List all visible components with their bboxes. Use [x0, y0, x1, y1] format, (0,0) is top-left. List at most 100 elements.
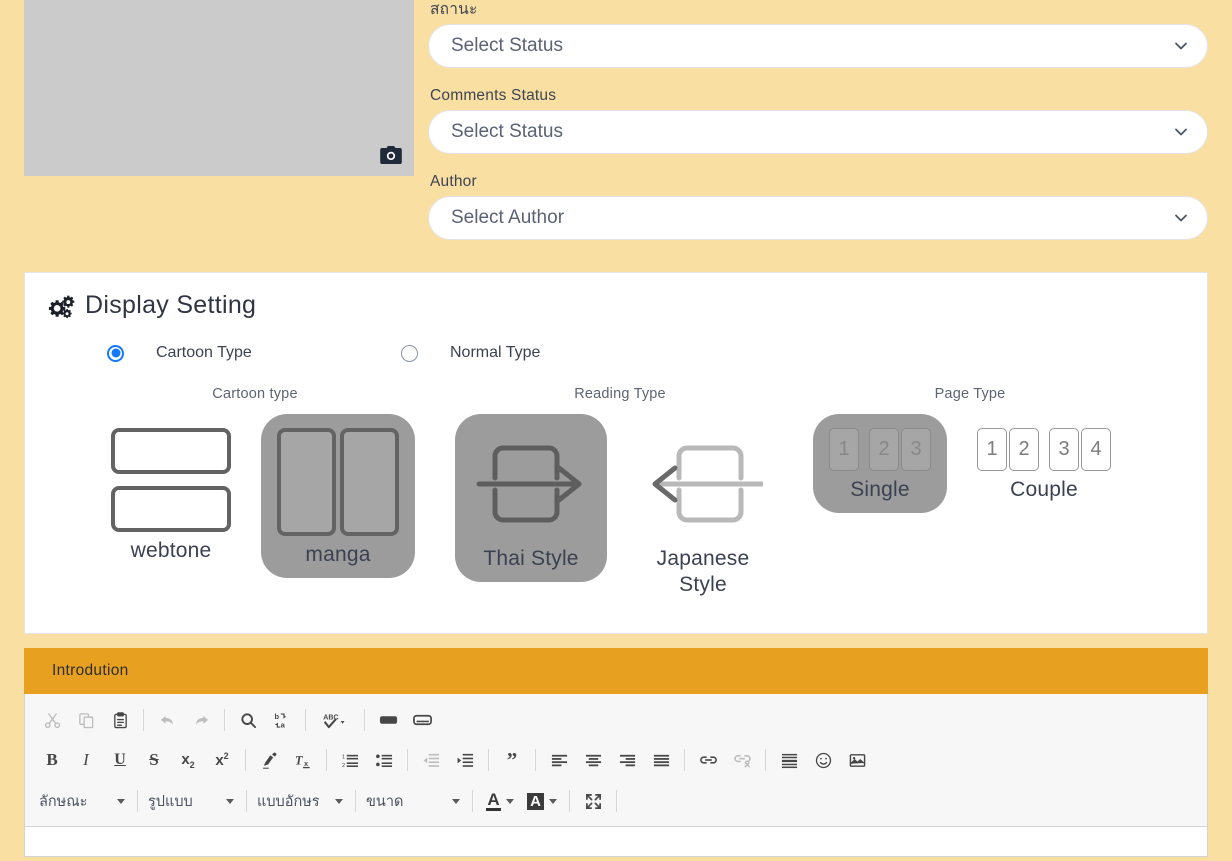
chevron-down-icon: [335, 798, 343, 804]
indent-icon[interactable]: [448, 745, 482, 775]
paste-icon[interactable]: [103, 705, 137, 735]
subscript-icon[interactable]: x2: [171, 745, 205, 775]
redo-icon[interactable]: [184, 705, 218, 735]
toolbar-separator: [472, 790, 473, 813]
strikethrough-icon[interactable]: S: [137, 745, 171, 775]
option-webtone[interactable]: webtone: [95, 414, 247, 574]
option-single[interactable]: 1 2 3 Single: [813, 414, 947, 513]
radio-option-normal-type[interactable]: Normal Type: [401, 344, 540, 362]
page-box: 2: [869, 428, 899, 471]
toolbar-separator: [224, 709, 225, 732]
toolbar-separator: [137, 790, 138, 813]
svg-text:a: a: [280, 720, 285, 728]
outdent-icon[interactable]: [414, 745, 448, 775]
styles-combo-label: ลักษณะ: [39, 793, 88, 810]
group-title-page-type: Page Type: [934, 386, 1006, 402]
styles-combo[interactable]: ลักษณะ: [35, 786, 131, 816]
field-comments-status: Comments Status Select Status: [428, 86, 1208, 154]
group-page-type: Page Type 1 2 3 Single 1 2 3 4 Couple: [785, 386, 1155, 513]
option-label-couple: Couple: [1010, 478, 1078, 501]
camera-icon[interactable]: [380, 146, 402, 164]
superscript-icon[interactable]: x2: [205, 745, 239, 775]
comments-status-select-wrapper[interactable]: Select Status: [428, 110, 1208, 154]
text-color-icon[interactable]: A: [479, 786, 521, 816]
option-label-thai-style: Thai Style: [483, 547, 579, 570]
page-box: 3: [1049, 428, 1079, 471]
toolbar-separator: [143, 709, 144, 732]
clear-formatting-icon[interactable]: T x: [286, 745, 320, 775]
toolbar-separator: [245, 749, 246, 772]
toolbar-separator: [616, 790, 617, 813]
copy-icon[interactable]: [69, 705, 103, 735]
author-select[interactable]: Select Author: [428, 196, 1208, 240]
option-couple[interactable]: 1 2 3 4 Couple: [961, 414, 1127, 513]
field-status: สถานะ Select Status: [428, 0, 1208, 68]
page-box: 2: [1009, 428, 1039, 471]
page-box: 3: [901, 428, 931, 471]
toolbar-separator: [684, 749, 685, 772]
cut-icon[interactable]: [35, 705, 69, 735]
spellcheck-icon[interactable]: ABC: [312, 705, 358, 735]
image-icon[interactable]: [840, 745, 874, 775]
option-thai-style[interactable]: Thai Style: [455, 414, 607, 582]
status-select-wrapper[interactable]: Select Status: [428, 24, 1208, 68]
radio-label-cartoon-type: Cartoon Type: [156, 344, 252, 361]
toolbar-separator: [305, 709, 306, 732]
radio-cartoon-type[interactable]: [107, 344, 124, 362]
font-combo[interactable]: แบบอักษร: [253, 786, 349, 816]
chevron-down-icon: [117, 798, 125, 804]
toolbar-separator: [326, 749, 327, 772]
bulleted-list-icon[interactable]: [367, 745, 401, 775]
align-right-icon[interactable]: [610, 745, 644, 775]
display-type-radio-group: Cartoon Type Normal Type: [47, 344, 1185, 362]
remove-format-icon[interactable]: [252, 745, 286, 775]
group-title-reading-type: Reading Type: [574, 386, 666, 402]
numbered-list-icon[interactable]: 12: [333, 745, 367, 775]
svg-text:T: T: [295, 753, 303, 767]
toolbar-row-1: b a ABC: [35, 700, 1197, 740]
option-manga[interactable]: manga: [261, 414, 415, 578]
text-field-icon[interactable]: [371, 705, 405, 735]
blockquote-icon[interactable]: ”: [495, 745, 529, 775]
format-combo[interactable]: รูปแบบ: [144, 786, 240, 816]
field-label-comments-status: Comments Status: [430, 87, 557, 104]
manga-icon: [277, 428, 399, 536]
option-label-webtone: webtone: [130, 539, 212, 562]
align-center-icon[interactable]: [576, 745, 610, 775]
maximize-icon[interactable]: [576, 786, 610, 816]
group-items-cartoon-type: webtone manga: [95, 414, 415, 578]
radio-normal-type[interactable]: [401, 344, 418, 362]
size-combo[interactable]: ขนาด: [362, 786, 466, 816]
background-color-icon[interactable]: A: [521, 786, 563, 816]
option-japanese-style[interactable]: Japanese Style: [621, 414, 785, 607]
undo-icon[interactable]: [150, 705, 184, 735]
status-select[interactable]: Select Status: [428, 24, 1208, 68]
unlink-icon[interactable]: [725, 745, 759, 775]
radio-label-normal-type: Normal Type: [450, 344, 541, 361]
radio-option-cartoon-type[interactable]: Cartoon Type: [107, 344, 401, 362]
italic-icon[interactable]: I: [69, 745, 103, 775]
svg-text:1: 1: [342, 754, 345, 760]
align-justify-icon[interactable]: [644, 745, 678, 775]
page-title: Display Setting: [85, 291, 257, 319]
horizontal-rule-icon[interactable]: [772, 745, 806, 775]
toolbar-separator: [569, 790, 570, 813]
group-cartoon-type: Cartoon type webtone manga: [55, 386, 455, 578]
replace-icon[interactable]: b a: [265, 705, 299, 735]
option-label-single: Single: [850, 478, 910, 501]
cover-image-uploader[interactable]: [24, 0, 414, 176]
find-icon[interactable]: [231, 705, 265, 735]
textarea-icon[interactable]: [405, 705, 439, 735]
introduction-header: Introdution: [24, 648, 1208, 695]
link-icon[interactable]: [691, 745, 725, 775]
align-left-icon[interactable]: [542, 745, 576, 775]
smiley-icon[interactable]: [806, 745, 840, 775]
format-combo-label: รูปแบบ: [148, 793, 193, 810]
text-color-letter: A: [486, 790, 501, 812]
underline-icon[interactable]: U: [103, 745, 137, 775]
comments-status-select[interactable]: Select Status: [428, 110, 1208, 154]
author-select-wrapper[interactable]: Select Author: [428, 196, 1208, 240]
field-label-status: สถานะ: [430, 1, 478, 18]
editor-content-area[interactable]: [24, 827, 1208, 858]
bold-icon[interactable]: B: [35, 745, 69, 775]
